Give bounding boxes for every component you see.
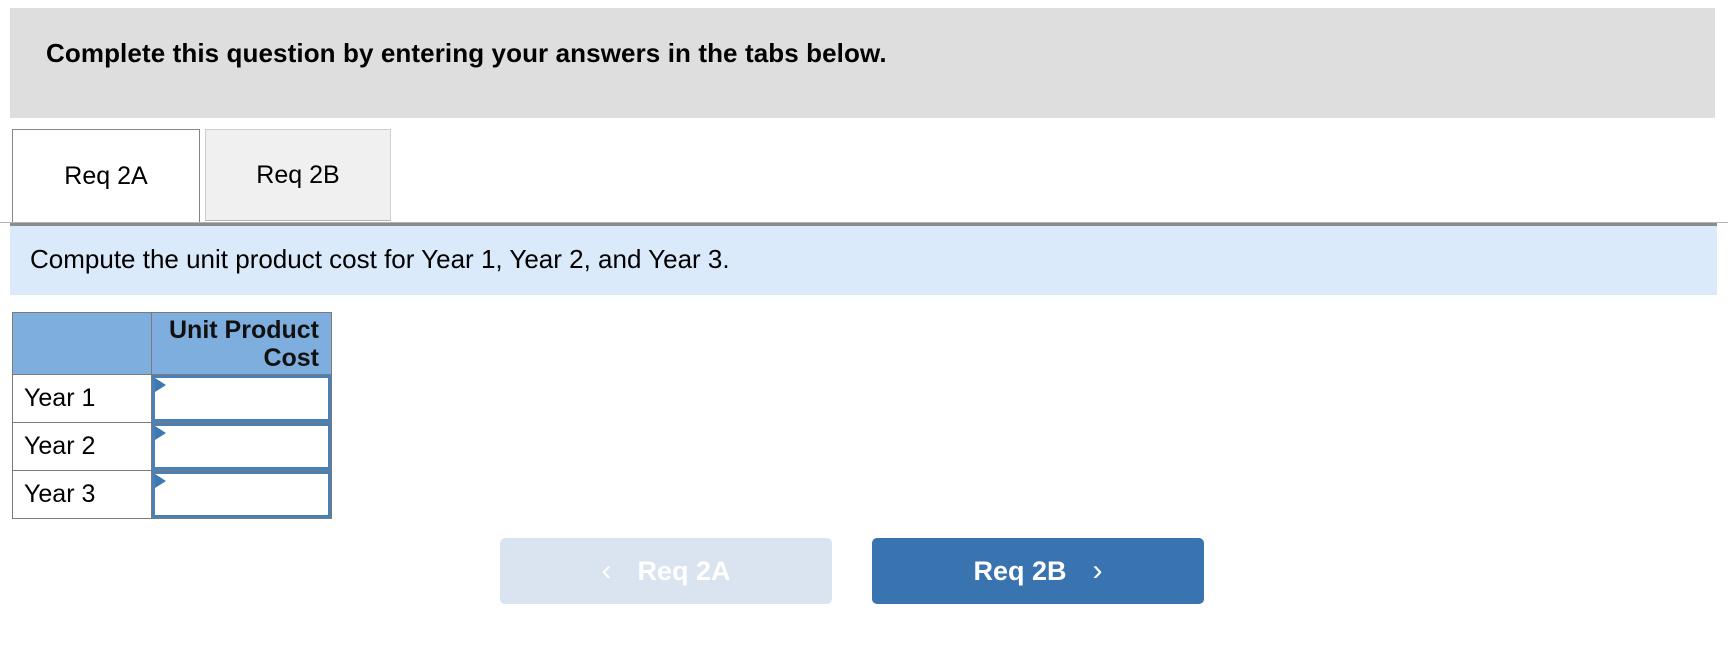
table-body: Year 1 Year 2 Year 3 [12, 374, 332, 519]
column-header-unit-product-cost: Unit Product Cost [151, 312, 332, 375]
input-wrap-year-3 [152, 471, 331, 518]
tab-strip: Req 2A Req 2B [0, 129, 1728, 223]
navigation-buttons: ‹ Req 2A Req 2B › [500, 538, 1240, 606]
table-corner-cell [12, 312, 152, 375]
column-header-line-2: Cost [263, 343, 319, 372]
row-label-year-1: Year 1 [12, 374, 152, 423]
tab-req-2b-label: Req 2B [256, 160, 340, 189]
row-label-year-2: Year 2 [12, 422, 152, 471]
next-req-2b-label: Req 2B [973, 555, 1067, 586]
table-row: Year 2 [12, 422, 332, 471]
tab-req-2a-label: Req 2A [64, 161, 148, 190]
requirement-prompt-text: Compute the unit product cost for Year 1… [30, 244, 730, 274]
row-value-year-2[interactable] [151, 422, 332, 471]
input-wrap-year-2 [152, 423, 331, 470]
prev-req-2a-label: Req 2A [637, 555, 731, 586]
table-header-row: Unit Product Cost [12, 312, 332, 375]
column-header-line-1: Unit Product [169, 315, 319, 344]
requirement-prompt-banner: Compute the unit product cost for Year 1… [10, 223, 1717, 295]
table-header: Unit Product Cost [12, 312, 332, 375]
table-row: Year 1 [12, 374, 332, 423]
unit-product-cost-input-year-3[interactable] [152, 471, 331, 518]
unit-product-cost-input-year-2[interactable] [152, 423, 331, 470]
table-row: Year 3 [12, 470, 332, 519]
row-value-year-1[interactable] [151, 374, 332, 423]
unit-product-cost-table: Unit Product Cost Year 1 Year 2 Year 3 [12, 312, 332, 519]
instruction-banner: Complete this question by entering your … [10, 8, 1715, 118]
row-label-year-3: Year 3 [12, 470, 152, 519]
tab-req-2a[interactable]: Req 2A [12, 129, 200, 222]
next-req-2b-button[interactable]: Req 2B › [872, 538, 1204, 604]
unit-product-cost-input-year-1[interactable] [152, 375, 331, 422]
input-wrap-year-1 [152, 375, 331, 422]
chevron-left-icon: ‹ [601, 554, 612, 587]
chevron-right-icon: › [1092, 554, 1103, 587]
row-value-year-3[interactable] [151, 470, 332, 519]
tab-req-2b[interactable]: Req 2B [205, 129, 391, 221]
prev-req-2a-button[interactable]: ‹ Req 2A [500, 538, 832, 604]
instruction-text: Complete this question by entering your … [46, 38, 887, 68]
